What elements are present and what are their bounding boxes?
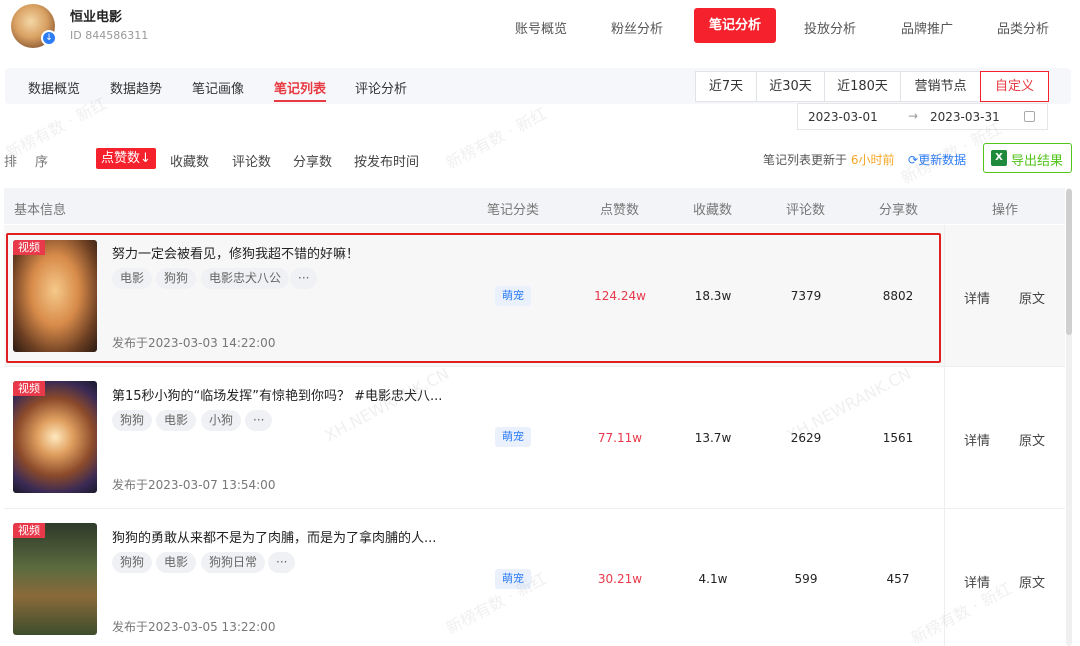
note-tag: 电影 — [156, 410, 197, 431]
tab-note-portrait[interactable]: 笔记画像 — [192, 78, 244, 97]
nav-brand-promotion[interactable]: 品牌推广 — [901, 18, 953, 37]
date-range-picker[interactable]: 2023-03-01 → 2023-03-31 — [797, 103, 1048, 130]
sort-favorites-button[interactable]: 收藏数 — [170, 151, 209, 170]
detail-link[interactable]: 详情 — [964, 288, 990, 307]
note-tag: 狗狗 — [112, 410, 153, 431]
publish-date: 发布于2023-03-05 13:22:00 — [112, 620, 276, 634]
category-badge: 萌宠 — [495, 427, 531, 447]
tab-data-overview[interactable]: 数据概览 — [28, 78, 80, 97]
update-status: 笔记列表更新于 6小时前 — [763, 151, 894, 168]
tab-comment-analysis[interactable]: 评论分析 — [355, 78, 407, 97]
col-shares: 分享数 — [879, 203, 919, 218]
publish-date: 发布于2023-03-07 13:54:00 — [112, 478, 276, 492]
col-likes: 点赞数 — [600, 203, 640, 218]
nav-notes-analysis[interactable]: 笔记分析 — [694, 8, 776, 43]
watermark: XH.NEWRANK.CN — [321, 363, 453, 446]
nav-category-analysis[interactable]: 品类分析 — [997, 18, 1049, 37]
verified-badge-icon: ↓ — [41, 30, 57, 46]
video-badge: 视频 — [13, 381, 45, 396]
video-badge: 视频 — [13, 523, 45, 538]
nav-ad-analysis[interactable]: 投放分析 — [804, 18, 856, 37]
tab-note-list[interactable]: 笔记列表 — [274, 78, 326, 97]
likes-value: 30.21w — [597, 572, 643, 586]
account-name: 恒业电影 — [70, 10, 123, 25]
col-favorites: 收藏数 — [693, 203, 733, 218]
col-actions: 操作 — [992, 203, 1019, 218]
shares-value: 1561 — [882, 431, 914, 445]
date-start[interactable]: 2023-03-01 — [808, 110, 878, 124]
export-button[interactable]: X 导出结果 — [983, 143, 1072, 173]
date-arrow: → — [908, 109, 919, 123]
original-link[interactable]: 原文 — [1019, 430, 1045, 449]
calendar-icon[interactable] — [1024, 111, 1035, 122]
account-id: ID 844586311 — [70, 29, 149, 42]
likes-value: 77.11w — [597, 431, 643, 445]
sort-shares-button[interactable]: 分享数 — [293, 151, 332, 170]
range-180d-button[interactable]: 近180天 — [824, 71, 901, 102]
row-divider — [4, 508, 1065, 509]
sort-publish-time-button[interactable]: 按发布时间 — [354, 151, 419, 170]
favorites-value: 4.1w — [698, 572, 728, 586]
shares-value: 457 — [886, 572, 910, 586]
original-link[interactable]: 原文 — [1019, 288, 1045, 307]
range-custom-button[interactable]: 自定义 — [980, 71, 1049, 102]
highlight-box — [6, 233, 941, 363]
note-tag: 小狗 — [201, 410, 242, 431]
range-marketing-button[interactable]: 营销节点 — [900, 71, 981, 102]
col-comments: 评论数 — [786, 203, 826, 218]
active-tab-underline — [274, 100, 326, 102]
original-link[interactable]: 原文 — [1019, 572, 1045, 591]
scrollbar-thumb[interactable] — [1066, 189, 1072, 335]
more-tags[interactable]: ··· — [245, 410, 273, 431]
nav-fans-analysis[interactable]: 粉丝分析 — [611, 18, 663, 37]
note-title[interactable]: 狗狗的勇敢从来都不是为了肉脯，而是为了拿肉脯的人... — [112, 527, 436, 546]
favorites-value: 13.7w — [694, 431, 732, 445]
range-7d-button[interactable]: 近7天 — [695, 71, 757, 102]
range-30d-button[interactable]: 近30天 — [756, 71, 825, 102]
excel-icon: X — [991, 150, 1007, 166]
export-label: 导出结果 — [1011, 154, 1064, 169]
note-tag: 电影 — [156, 552, 197, 573]
comments-value: 599 — [794, 572, 818, 586]
watermark: 新榜有数 · 新红 — [442, 103, 550, 173]
update-time: 6小时前 — [850, 153, 895, 167]
more-tags[interactable]: ··· — [268, 552, 296, 573]
note-tag: 狗狗 — [112, 552, 153, 573]
col-category: 笔记分类 — [487, 203, 540, 218]
note-tag: 狗狗日常 — [201, 552, 266, 573]
actions-divider — [944, 225, 945, 646]
note-thumbnail[interactable]: 视频 — [13, 381, 97, 493]
update-prefix: 笔记列表更新于 — [763, 153, 851, 167]
note-thumbnail[interactable]: 视频 — [13, 523, 97, 635]
nav-account-overview[interactable]: 账号概览 — [515, 18, 567, 37]
col-basic-info: 基本信息 — [14, 203, 67, 218]
detail-link[interactable]: 详情 — [964, 430, 990, 449]
sort-likes-button[interactable]: 点赞数↓ — [96, 148, 156, 169]
sort-comments-button[interactable]: 评论数 — [232, 151, 271, 170]
tab-data-trend[interactable]: 数据趋势 — [110, 78, 162, 97]
